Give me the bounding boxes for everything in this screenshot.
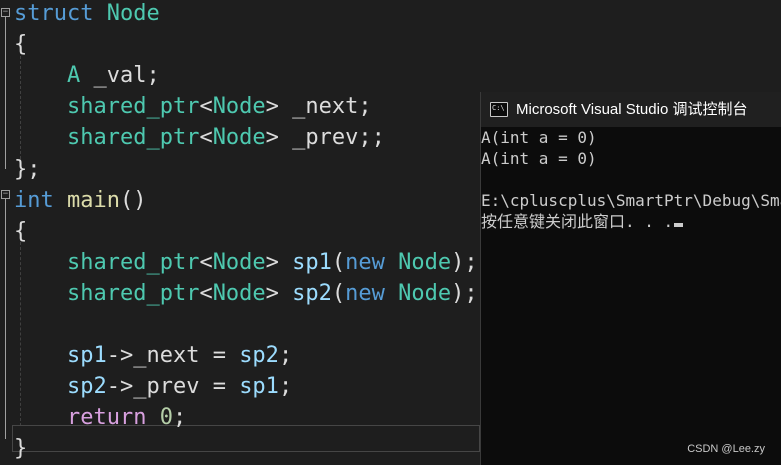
code-token: );: [451, 280, 478, 306]
console-app-icon: [490, 102, 508, 117]
code-token: ;: [172, 405, 187, 431]
code-token: > _next;: [265, 94, 372, 120]
code-line[interactable]: A _val;: [14, 60, 160, 91]
console-title: Microsoft Visual Studio 调试控制台: [516, 101, 748, 118]
code-token: Node: [398, 280, 452, 306]
code-token: sp1: [66, 343, 107, 369]
code-token: Node: [212, 94, 266, 120]
code-line[interactable]: sp2->_prev = sp1;: [14, 371, 292, 402]
collapse-struct-icon[interactable]: −: [1, 8, 10, 17]
code-token: sp1: [239, 374, 279, 400]
code-token: new: [345, 249, 385, 275]
code-token: (): [119, 187, 147, 213]
code-line[interactable]: shared_ptr<Node> _next;: [14, 91, 372, 122]
code-token: A: [66, 63, 81, 89]
code-token: Node: [212, 125, 266, 151]
code-token: struct: [14, 1, 94, 26]
code-token: ->_prev =: [106, 374, 240, 400]
code-token: ;: [278, 374, 293, 400]
code-token: main: [67, 187, 120, 213]
code-token: sp2: [239, 343, 279, 369]
console-line: A(int a = 0): [481, 128, 597, 147]
code-line[interactable]: shared_ptr<Node> sp2(new Node);: [14, 278, 478, 309]
code-token: Node: [106, 1, 160, 26]
text-cursor: [674, 223, 684, 227]
code-token: sp2: [66, 374, 107, 400]
code-token: int: [14, 187, 54, 213]
code-token: <: [199, 249, 213, 275]
code-token: );: [451, 249, 478, 275]
code-line[interactable]: struct Node: [14, 0, 160, 29]
code-token: <: [199, 94, 213, 120]
code-token: ->_next =: [106, 343, 240, 369]
console-line: 按任意键关闭此窗口. . .: [481, 211, 684, 232]
code-token: new: [345, 280, 385, 306]
code-token: }: [14, 436, 28, 462]
code-token: {: [14, 32, 28, 58]
code-line[interactable]: return 0;: [14, 402, 186, 433]
code-token: {: [14, 218, 28, 244]
code-token: Node: [212, 249, 266, 275]
code-token: shared_ptr: [66, 249, 200, 275]
code-token: 0: [159, 405, 173, 431]
code-token: _val;: [80, 63, 160, 89]
code-token: (: [331, 280, 346, 306]
code-token: Node: [212, 280, 266, 306]
code-token: shared_ptr: [66, 280, 200, 306]
code-token: sp1: [292, 249, 332, 275]
code-line[interactable]: shared_ptr<Node> sp1(new Node);: [14, 247, 478, 278]
code-token: sp2: [292, 280, 332, 306]
fold-guide: [5, 199, 6, 439]
code-token: shared_ptr: [66, 125, 200, 151]
code-line[interactable]: int main(): [14, 185, 146, 216]
console-line: A(int a = 0): [481, 149, 597, 168]
code-token: shared_ptr: [66, 94, 200, 120]
code-token: (: [331, 249, 346, 275]
code-token: > _prev;;: [265, 125, 385, 151]
code-token: Node: [398, 249, 452, 275]
code-token: <: [199, 125, 213, 151]
code-token: >: [265, 249, 293, 275]
code-token: return: [66, 405, 147, 431]
code-token: <: [199, 280, 213, 306]
collapse-main-icon[interactable]: −: [1, 190, 10, 199]
console-titlebar[interactable]: Microsoft Visual Studio 调试控制台: [481, 92, 781, 127]
code-line[interactable]: shared_ptr<Node> _prev;;: [14, 122, 385, 153]
fold-guide: [5, 17, 6, 169]
code-token: };: [14, 156, 41, 182]
code-line[interactable]: sp1->_next = sp2;: [14, 340, 292, 371]
code-line[interactable]: {: [14, 29, 27, 60]
code-line[interactable]: }: [14, 433, 27, 464]
console-line: E:\cpluscplus\SmartPtr\Debug\SmartPtr.ex…: [481, 191, 781, 210]
debug-console-window[interactable]: Microsoft Visual Studio 调试控制台 A(int a = …: [480, 92, 781, 465]
code-line[interactable]: {: [14, 216, 27, 247]
code-token: ;: [278, 343, 293, 369]
watermark: CSDN @Lee.zy: [687, 443, 765, 455]
code-line[interactable]: };: [14, 154, 41, 185]
code-token: >: [265, 280, 293, 306]
